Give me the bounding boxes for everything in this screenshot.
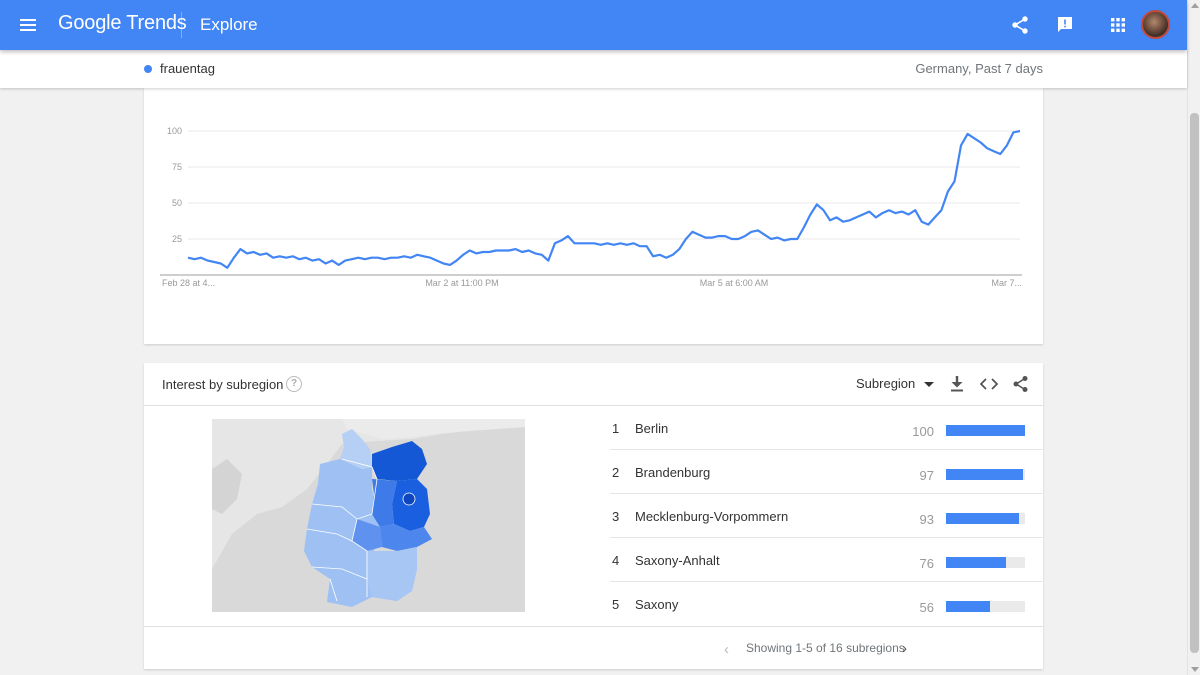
region-timeframe-label: Germany, Past 7 days <box>915 61 1043 76</box>
google-trends-logo[interactable]: Google Trends <box>58 12 187 35</box>
interest-bar-fill <box>946 601 991 612</box>
subregion-name: Saxony-Anhalt <box>635 553 720 568</box>
list-item[interactable]: 5 Saxony 56 <box>610 582 1043 626</box>
rank-number: 4 <box>612 553 620 568</box>
search-term-bar: frauentag Germany, Past 7 days <box>0 50 1187 88</box>
interest-bar <box>946 425 1025 436</box>
dropdown-caret-icon[interactable] <box>924 382 934 387</box>
scroll-up-arrow-icon[interactable] <box>1191 3 1199 8</box>
interest-bar <box>946 513 1025 524</box>
help-icon[interactable]: ? <box>286 376 302 392</box>
interest-bar <box>946 469 1025 480</box>
interest-bar <box>946 601 1025 612</box>
list-item[interactable]: 2 Brandenburg 97 <box>610 450 1043 494</box>
rank-number: 1 <box>612 421 620 436</box>
y-tick-label: 75 <box>172 162 182 172</box>
interest-over-time-chart[interactable]: 100 75 50 25 Feb 28 at 4... Mar 2 at 11:00 PM… <box>144 88 1043 344</box>
term-color-dot <box>144 65 152 73</box>
y-tick-label: 100 <box>167 126 182 136</box>
header-divider <box>181 12 182 38</box>
y-tick-label: 50 <box>172 198 182 208</box>
series-line[interactable] <box>187 129 1021 269</box>
interest-bar-fill <box>946 513 1020 524</box>
list-item[interactable]: 3 Mecklenburg-Vorpommern 93 <box>610 494 1043 538</box>
interest-value: 56 <box>919 600 934 615</box>
subregion-name: Berlin <box>635 421 669 436</box>
x-tick-label: Mar 7... <box>991 278 1022 288</box>
x-tick-label: Mar 2 at 11:00 PM <box>425 278 498 288</box>
resolution-dropdown[interactable]: Subregion <box>856 376 915 391</box>
apps-icon[interactable] <box>1111 18 1125 32</box>
rank-number: 5 <box>612 597 620 612</box>
interest-value: 76 <box>919 556 934 571</box>
subregion-name: Mecklenburg-Vorpommern <box>635 509 789 524</box>
scroll-down-arrow-icon[interactable] <box>1191 667 1199 672</box>
chevron-left-icon[interactable]: ‹ <box>724 641 736 658</box>
germany-choropleth-map[interactable] <box>212 419 525 612</box>
top-app-bar: Google Trends Explore <box>0 0 1187 50</box>
page-scrollbar[interactable] <box>1187 0 1200 675</box>
download-icon[interactable] <box>950 376 964 392</box>
embed-icon[interactable] <box>980 376 998 392</box>
card-footer-divider <box>144 626 1043 627</box>
feedback-icon[interactable] <box>1056 16 1074 34</box>
share-icon[interactable] <box>1012 375 1029 393</box>
list-item[interactable]: 1 Berlin 100 <box>610 406 1043 450</box>
interest-bar-fill <box>946 425 1025 436</box>
chevron-right-icon[interactable]: › <box>902 640 914 657</box>
avatar[interactable] <box>1141 10 1170 39</box>
subregion-name: Saxony <box>635 597 679 612</box>
rank-number: 2 <box>612 465 620 480</box>
menu-icon[interactable] <box>19 16 37 34</box>
x-tick-label: Mar 5 at 6:00 AM <box>700 278 769 288</box>
y-tick-label: 25 <box>172 234 182 244</box>
berlin-region <box>402 492 416 506</box>
card-title: Interest by subregion <box>162 377 284 392</box>
list-item[interactable]: 4 Saxony-Anhalt 76 <box>610 538 1043 582</box>
interest-bar-fill <box>946 469 1023 480</box>
search-term[interactable]: frauentag <box>160 61 215 76</box>
interest-value: 100 <box>912 424 934 439</box>
subregion-name: Brandenburg <box>635 465 711 480</box>
scroll-thumb[interactable] <box>1190 113 1199 653</box>
interest-bar <box>946 557 1025 568</box>
interest-by-subregion-card: Interest by subregion ? Subregion 1 Berl… <box>144 363 1043 669</box>
pagination-status: Showing 1-5 of 16 subregions <box>746 641 905 655</box>
interest-over-time-card: 100 75 50 25 Feb 28 at 4... Mar 2 at 11:00 PM… <box>144 88 1043 344</box>
interest-value: 97 <box>919 468 934 483</box>
rank-number: 3 <box>612 509 620 524</box>
card-header: Interest by subregion ? Subregion <box>144 363 1043 406</box>
interest-value: 93 <box>919 512 934 527</box>
page-title: Explore <box>200 15 258 34</box>
interest-bar-fill <box>946 557 1007 568</box>
share-icon[interactable] <box>1010 15 1030 35</box>
x-tick-label: Feb 28 at 4... <box>162 278 215 288</box>
